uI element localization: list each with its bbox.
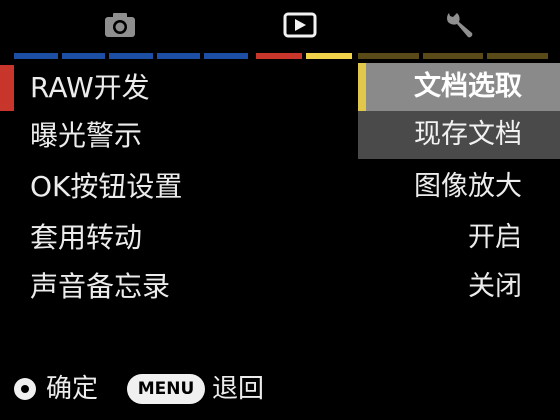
tab-indicator-setup [358, 53, 549, 59]
menu-button-icon: MENU [127, 374, 205, 404]
menu-item-value: 关闭 [468, 271, 522, 302]
submenu-option-label: 现存文档 [414, 119, 522, 150]
tab-shooting[interactable] [20, 0, 220, 50]
tab-indicator-shooting [14, 53, 248, 59]
menu-item-apply-rotation[interactable]: 套用转动 开启 [0, 213, 560, 263]
tab-indicator-segment [358, 53, 419, 59]
submenu-option-label: 文档选取 [414, 71, 522, 102]
playback-icon [283, 12, 317, 38]
menu-item-ok-button-setting[interactable]: OK按钮设置 图像放大 [0, 162, 560, 212]
selection-marker [0, 65, 14, 111]
back-label: 退回 [212, 374, 265, 404]
button-guide: 确定 MENU 退回 [0, 368, 560, 414]
menu-item-voice-memo[interactable]: 声音备忘录 关闭 [0, 262, 560, 312]
tab-indicator-segment [487, 53, 549, 59]
tab-indicator-segment [14, 53, 58, 59]
tab-indicator-segment [61, 53, 106, 59]
submenu-popup: 文档选取 现存文档 [358, 63, 560, 159]
submenu-option-select-file[interactable]: 文档选取 [358, 63, 560, 111]
menu-tab-bar [0, 0, 560, 62]
tab-indicator-segment [256, 53, 302, 59]
ok-label: 确定 [46, 374, 99, 404]
tab-indicator-playback [256, 53, 352, 59]
ok-button-icon [14, 378, 36, 400]
camera-icon [103, 11, 137, 39]
tab-setup[interactable] [360, 0, 560, 50]
menu-item-label: 套用转动 [30, 221, 143, 254]
tab-indicator-segment [109, 53, 153, 59]
tab-indicator-segment [422, 53, 484, 59]
menu-item-value: 开启 [468, 222, 522, 253]
wrench-icon [444, 9, 476, 41]
tab-indicator-segment [156, 53, 201, 59]
menu-item-label: 曝光警示 [30, 119, 143, 152]
tab-indicator-segment [306, 53, 352, 59]
menu-item-label: 声音备忘录 [30, 270, 171, 303]
menu-item-label: RAW开发 [30, 71, 150, 104]
menu-item-label: OK按钮设置 [30, 170, 183, 203]
submenu-option-current-file[interactable]: 现存文档 [358, 111, 560, 159]
tab-indicator-segment [204, 53, 248, 59]
menu-item-value: 图像放大 [414, 171, 522, 202]
